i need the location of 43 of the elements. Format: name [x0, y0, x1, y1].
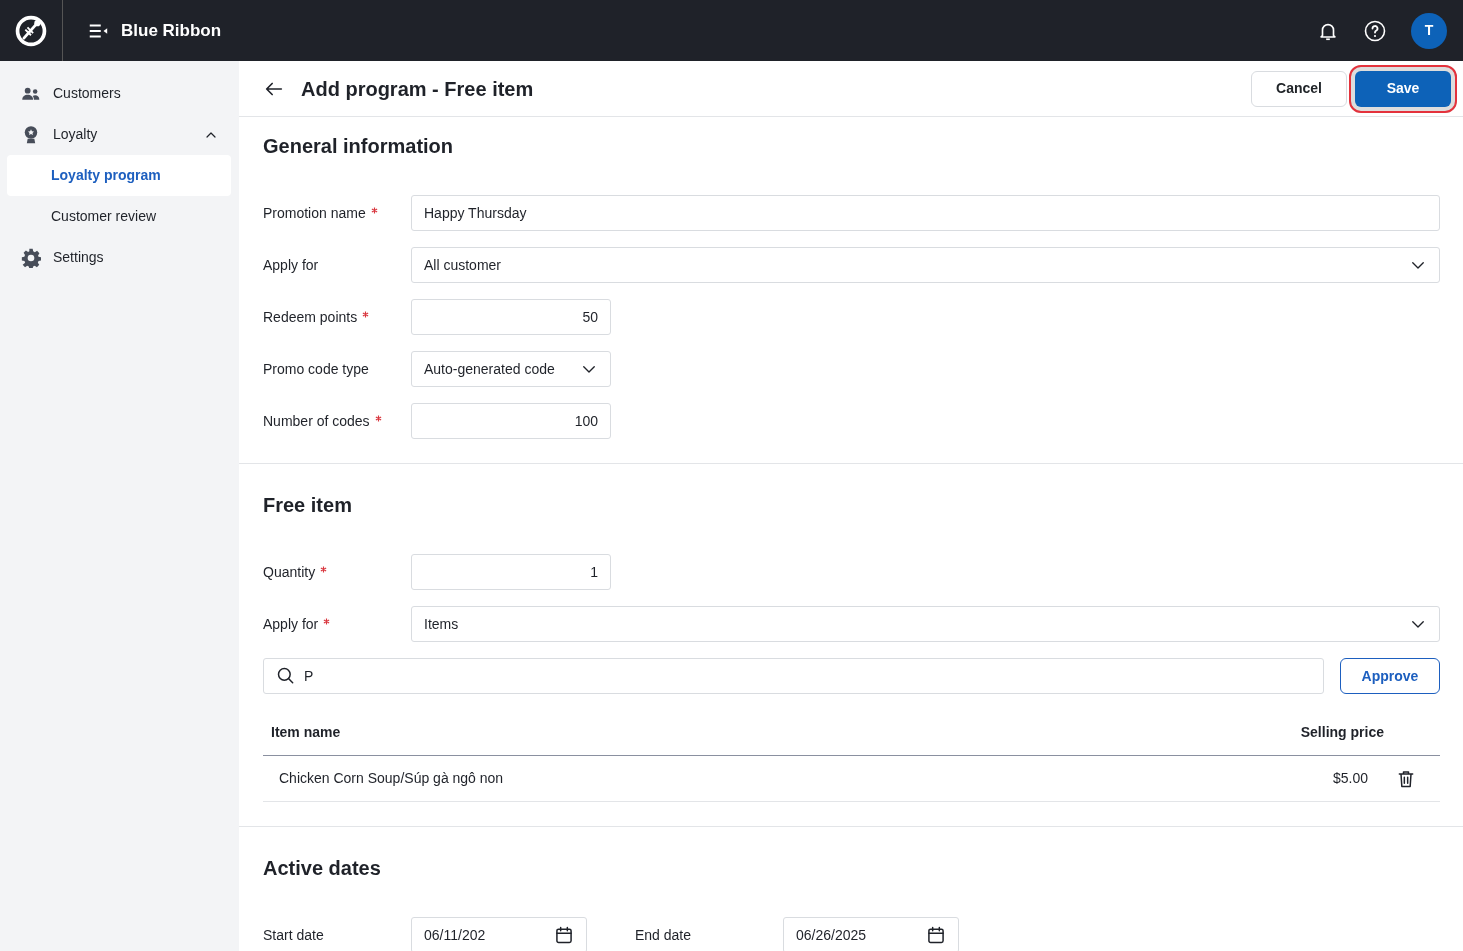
- app-title: Blue Ribbon: [121, 19, 222, 42]
- search-field[interactable]: P: [263, 658, 1324, 694]
- field-label: Apply for: [263, 255, 320, 275]
- logo-icon: [14, 13, 48, 48]
- section-title: Active dates: [263, 856, 382, 881]
- calendar-icon: [926, 925, 946, 945]
- dropdown-field[interactable]: All customer: [411, 247, 1440, 283]
- date-field[interactable]: 06/11/202: [411, 917, 587, 951]
- column-header: Selling price: [1300, 723, 1384, 742]
- sidebar-item[interactable]: Settings: [7, 237, 231, 278]
- section-title: Free item: [263, 493, 353, 518]
- column-header: Item name: [271, 723, 342, 742]
- text-field[interactable]: Happy Thursday: [411, 195, 1440, 231]
- field-label: Start date: [263, 925, 325, 945]
- sidebar-item[interactable]: Customers: [7, 73, 231, 114]
- number-field[interactable]: 100: [411, 403, 611, 439]
- field-label: Redeem points: [263, 308, 358, 325]
- sidebar-subitem[interactable]: Loyalty program: [7, 155, 231, 196]
- user-avatar[interactable]: T: [1411, 12, 1447, 49]
- field-label: Quantity: [263, 563, 316, 580]
- table-cell-text: Chicken Corn Soup/Súp gà ngô non: [279, 769, 505, 788]
- gear-icon: [21, 247, 41, 268]
- table-cell-text: $5.00: [1332, 769, 1368, 788]
- field-label: Promotion name: [263, 204, 366, 221]
- trash-icon[interactable]: [1396, 768, 1416, 789]
- approve-button[interactable]: Approve: [1340, 658, 1440, 694]
- field-label: Promo code type: [263, 359, 370, 379]
- calendar-icon: [554, 925, 574, 945]
- field-label: Number of codes: [263, 412, 370, 429]
- dropdown-field[interactable]: Items: [411, 606, 1440, 642]
- sidebar-subitem[interactable]: Customer review: [7, 196, 231, 237]
- page-title: Add program - Free item: [301, 76, 535, 101]
- help-icon[interactable]: [1363, 18, 1387, 43]
- dropdown-field[interactable]: Auto-generated code: [411, 351, 611, 387]
- number-field[interactable]: 50: [411, 299, 611, 335]
- search-icon: [276, 666, 296, 686]
- date-field[interactable]: 06/26/2025: [783, 917, 959, 951]
- sidebar-item[interactable]: Loyalty: [7, 114, 231, 155]
- field-label: Apply for: [263, 615, 319, 632]
- cancel-button[interactable]: Cancel: [1251, 70, 1347, 107]
- field-label: End date: [635, 925, 693, 945]
- number-field[interactable]: 1: [411, 554, 611, 590]
- section-title: General information: [263, 134, 455, 159]
